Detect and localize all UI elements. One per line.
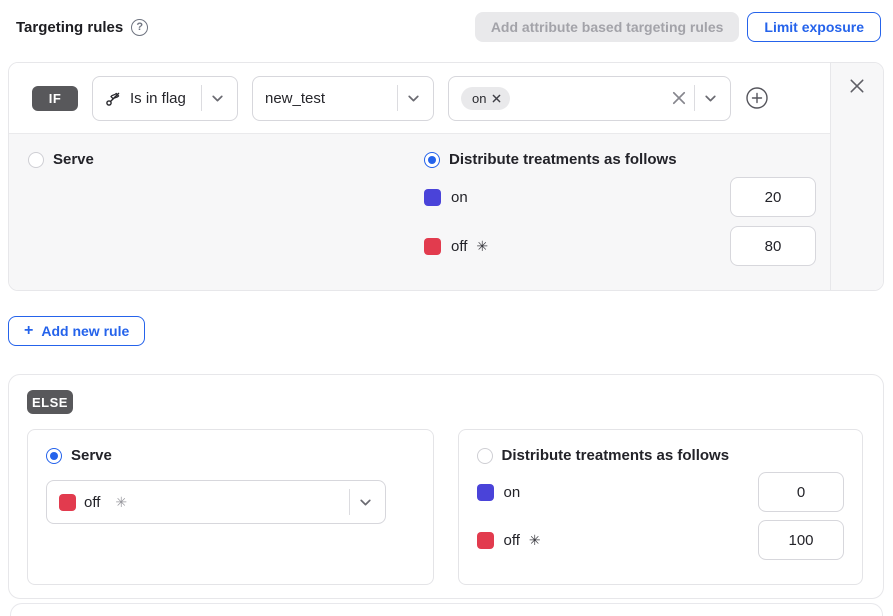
plus-icon: + — [24, 322, 33, 340]
remove-rule-close-icon[interactable] — [849, 78, 865, 94]
header: Targeting rules ? Add attribute based ta… — [0, 0, 893, 44]
else-options-row: Serve off ✳ Distribute treatments as fol… — [27, 429, 863, 585]
page-title: Targeting rules — [16, 19, 123, 36]
divider — [397, 85, 398, 111]
treatment-label: off — [451, 238, 467, 255]
percentage-input-on[interactable] — [730, 177, 816, 217]
treatment-row-on: on — [424, 177, 816, 217]
else-serve-radio[interactable] — [46, 448, 62, 464]
treatment-off-swatch — [424, 238, 441, 255]
treatment-label: off — [504, 532, 520, 549]
serve-option: Serve — [28, 151, 424, 273]
next-section-card-edge — [10, 603, 883, 616]
else-badge: ELSE — [27, 390, 73, 414]
treatment-label: on — [504, 484, 521, 501]
else-distribute-radio[interactable] — [477, 448, 493, 464]
else-distribute-card: Distribute treatments as follows on off … — [458, 429, 864, 585]
divider — [201, 85, 202, 111]
treatment-value: off — [84, 494, 100, 511]
matcher-label: Is in flag — [130, 90, 186, 107]
add-condition-plus-icon[interactable] — [745, 86, 769, 110]
targeting-rules-page: Targeting rules ? Add attribute based ta… — [0, 0, 893, 615]
add-new-rule-button[interactable]: + Add new rule — [8, 316, 145, 346]
if-badge: IF — [32, 86, 78, 111]
pill-label: on — [472, 91, 486, 106]
else-percentage-input-off[interactable] — [758, 520, 844, 560]
flag-icon — [105, 90, 122, 107]
add-new-rule-label: Add new rule — [41, 323, 129, 339]
chevron-down-icon — [406, 91, 421, 106]
distribute-option: Distribute treatments as follows on off … — [424, 151, 816, 273]
else-serve-label: Serve — [71, 447, 112, 464]
treatment-off-swatch — [477, 532, 494, 549]
rule-close-column — [830, 63, 883, 290]
rule-card: IF Is in flag — [8, 62, 884, 291]
header-actions: Add attribute based targeting rules Limi… — [475, 12, 881, 42]
else-distribute-label: Distribute treatments as follows — [502, 447, 730, 464]
treatment-on-swatch — [477, 484, 494, 501]
distribute-label: Distribute treatments as follows — [449, 151, 677, 168]
else-rule-card: ELSE Serve off ✳ — [8, 374, 884, 599]
default-treatment-icon: ✳ — [115, 494, 127, 511]
treatment-off-swatch — [59, 494, 76, 511]
else-percentage-input-on[interactable] — [758, 472, 844, 512]
flag-name-value: new_test — [265, 90, 325, 107]
chevron-down-icon — [210, 91, 225, 106]
rule-main: IF Is in flag — [9, 63, 830, 290]
treatment-row-off: off ✳ — [424, 226, 816, 266]
add-attribute-rules-button[interactable]: Add attribute based targeting rules — [475, 12, 740, 42]
matcher-select[interactable]: Is in flag — [92, 76, 238, 121]
divider — [349, 489, 350, 515]
else-serve-card: Serve off ✳ — [27, 429, 434, 585]
treatment-on-swatch — [424, 189, 441, 206]
treatment-label: on — [451, 189, 468, 206]
rule-condition-row: IF Is in flag — [9, 63, 830, 134]
selected-treatment-pill: on — [461, 87, 510, 110]
distribute-radio[interactable] — [424, 152, 440, 168]
treatment-multiselect[interactable]: on — [448, 76, 731, 121]
treatment-row-on: on — [477, 472, 845, 512]
limit-exposure-button[interactable]: Limit exposure — [747, 12, 881, 42]
serve-label: Serve — [53, 151, 94, 168]
default-treatment-icon: ✳ — [529, 532, 541, 549]
else-treatment-select[interactable]: off ✳ — [46, 480, 386, 524]
clear-selection-icon[interactable] — [672, 91, 686, 105]
flag-name-select[interactable]: new_test — [252, 76, 434, 121]
divider — [694, 85, 695, 111]
chevron-down-icon — [703, 91, 718, 106]
percentage-input-off[interactable] — [730, 226, 816, 266]
chevron-down-icon — [358, 495, 373, 510]
pill-remove-icon[interactable] — [492, 94, 501, 103]
default-treatment-icon: ✳ — [476, 238, 488, 255]
treatment-row-off: off ✳ — [477, 520, 845, 560]
rule-serve-section: Serve Distribute treatments as follows o… — [9, 134, 830, 290]
help-icon[interactable]: ? — [131, 19, 148, 36]
serve-radio[interactable] — [28, 152, 44, 168]
